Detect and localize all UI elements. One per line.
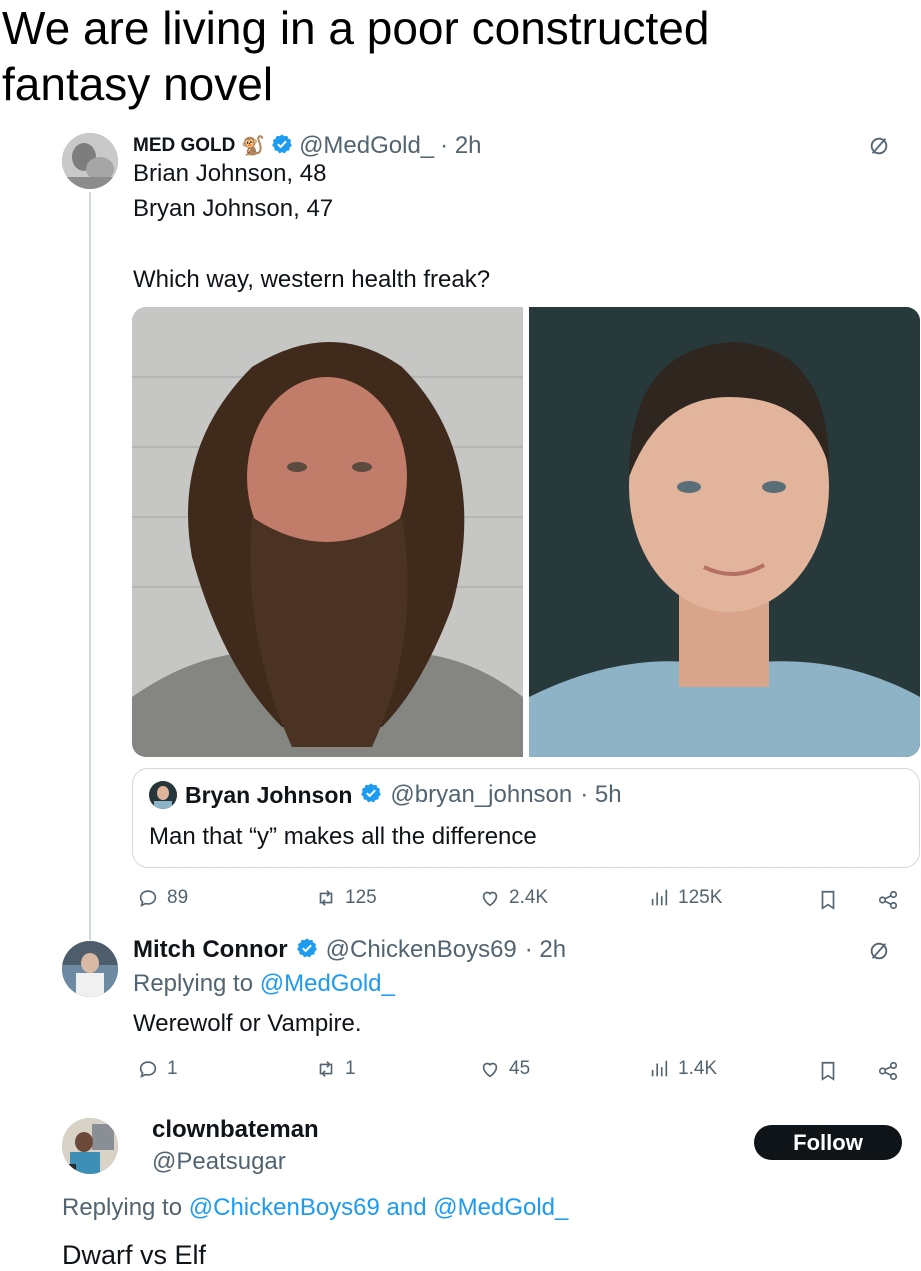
- repost-count: 1: [345, 1058, 356, 1079]
- replying-prefix: Replying to: [133, 970, 254, 997]
- share-icon[interactable]: [876, 889, 900, 916]
- views-button[interactable]: 1.4K: [648, 1058, 717, 1080]
- display-name[interactable]: MED GOLD: [133, 135, 235, 157]
- display-name[interactable]: clownbateman: [152, 1116, 319, 1144]
- photo-brian-johnson[interactable]: [132, 307, 523, 757]
- replying-to: Replying to @ChickenBoys69 and @MedGold_: [62, 1194, 568, 1222]
- tweet1-line-2: Bryan Johnson, 47: [133, 195, 334, 222]
- quote-handle[interactable]: @bryan_johnson: [390, 781, 572, 809]
- heart-icon: [482, 891, 498, 907]
- share-icon[interactable]: [876, 1060, 900, 1087]
- replying-to: Replying to @MedGold_: [133, 970, 395, 998]
- portrait-image: [529, 307, 920, 757]
- timestamp[interactable]: · 2h: [440, 132, 481, 160]
- tweet3-text: Dwarf vs Elf: [62, 1240, 207, 1270]
- views-icon: [651, 1060, 668, 1077]
- like-count: 45: [509, 1058, 531, 1079]
- replying-and: and: [386, 1194, 427, 1221]
- follow-button[interactable]: Follow: [754, 1125, 902, 1160]
- view-count: 125K: [678, 887, 723, 908]
- like-button[interactable]: 45: [479, 1058, 530, 1080]
- view-count: 1.4K: [678, 1058, 718, 1079]
- quote-display-name[interactable]: Bryan Johnson: [185, 782, 352, 809]
- avatar-mitch-connor[interactable]: [62, 941, 118, 997]
- avatar-clownbateman[interactable]: [62, 1118, 118, 1174]
- avatar-medgold[interactable]: [62, 133, 118, 189]
- views-button[interactable]: 125K: [648, 887, 722, 909]
- replying-to-link-2[interactable]: @MedGold_: [433, 1194, 568, 1221]
- views-icon: [651, 889, 668, 906]
- verified-badge-icon: [271, 133, 293, 160]
- caption-line-2: fantasy novel: [2, 58, 274, 110]
- verified-badge-icon: [360, 782, 382, 809]
- repost-button[interactable]: 1: [315, 1058, 356, 1080]
- handle[interactable]: @Peatsugar: [152, 1148, 286, 1176]
- verified-badge-icon: [296, 937, 318, 964]
- display-name[interactable]: Mitch Connor: [133, 936, 288, 964]
- like-count: 2.4K: [509, 887, 549, 908]
- reply-icon: [139, 890, 157, 907]
- monkey-emoji: 🐒: [241, 136, 266, 157]
- handle[interactable]: @ChickenBoys69: [326, 936, 517, 964]
- repost-count: 125: [345, 887, 377, 908]
- tweet1-header: MED GOLD 🐒 @MedGold_ · 2h: [133, 130, 482, 162]
- quoted-tweet[interactable]: Bryan Johnson @bryan_johnson · 5h Man th…: [132, 768, 920, 868]
- quote-timestamp[interactable]: · 5h: [580, 781, 621, 809]
- quote-header: Bryan Johnson @bryan_johnson · 5h: [149, 781, 622, 809]
- meme-caption: We are living in a poor constructed fant…: [2, 0, 912, 112]
- photo-bryan-johnson[interactable]: [529, 307, 920, 757]
- replying-to-link[interactable]: @MedGold_: [260, 970, 395, 997]
- replying-to-link-1[interactable]: @ChickenBoys69: [189, 1194, 380, 1221]
- timestamp[interactable]: · 2h: [525, 936, 566, 964]
- repost-button[interactable]: 125: [315, 887, 377, 909]
- reply-count: 1: [167, 1058, 178, 1079]
- tweet1-line-1: Brian Johnson, 48: [133, 160, 327, 187]
- reply-count: 89: [167, 887, 189, 908]
- replying-prefix: Replying to: [62, 1194, 183, 1221]
- tweet1-line-3: Which way, western health freak?: [133, 266, 491, 293]
- quote-text: Man that “y” makes all the difference: [149, 823, 537, 850]
- reply-button[interactable]: 1: [137, 1058, 178, 1080]
- reply-icon: [139, 1061, 157, 1078]
- bookmark-icon[interactable]: [818, 889, 838, 916]
- caption-line-1: We are living in a poor constructed: [2, 2, 710, 54]
- like-button[interactable]: 2.4K: [479, 887, 548, 909]
- repost-icon: [319, 890, 333, 906]
- grok-icon[interactable]: [868, 135, 890, 162]
- thread-line: [89, 192, 91, 940]
- quote-avatar[interactable]: [149, 781, 177, 809]
- handle[interactable]: @MedGold_: [299, 132, 434, 160]
- heart-icon: [482, 1062, 498, 1078]
- mugshot-image: [132, 307, 523, 757]
- tweet2-header: Mitch Connor @ChickenBoys69 · 2h: [133, 933, 566, 967]
- repost-icon: [319, 1061, 333, 1077]
- bookmark-icon[interactable]: [818, 1060, 838, 1087]
- tweet2-text: Werewolf or Vampire.: [133, 1010, 362, 1037]
- reply-button[interactable]: 89: [137, 887, 188, 909]
- grok-icon[interactable]: [868, 940, 890, 967]
